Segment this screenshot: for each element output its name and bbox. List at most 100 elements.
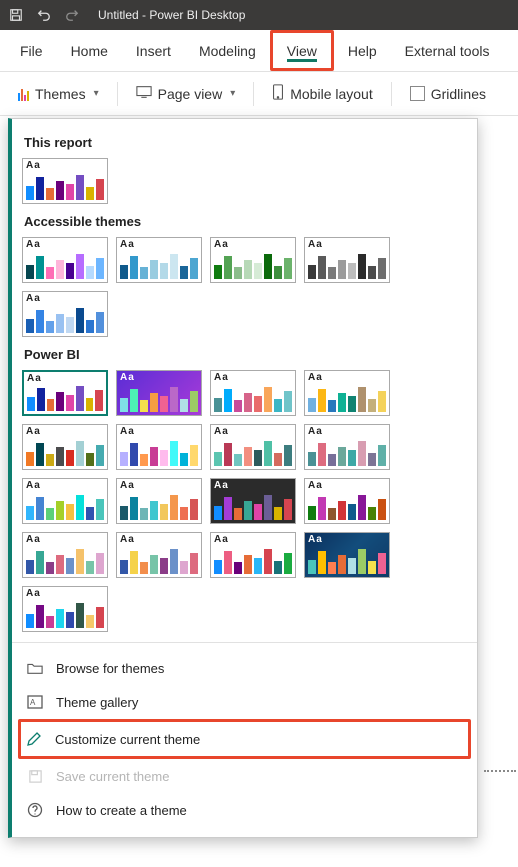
gridlines-toggle[interactable]: Gridlines	[402, 82, 494, 106]
theme-swatch[interactable]: Aa	[304, 478, 390, 524]
swatch-aa: Aa	[27, 374, 103, 384]
menu-view[interactable]: View	[270, 30, 334, 71]
swatch-bars	[120, 548, 198, 574]
swatch-bars	[308, 386, 386, 412]
menu-external-tools[interactable]: External tools	[391, 30, 504, 71]
save-theme-item: Save current theme	[22, 759, 467, 793]
swatch-bars	[308, 440, 386, 466]
menu-file[interactable]: File	[6, 30, 57, 71]
mobile-icon	[272, 84, 284, 103]
swatch-aa: Aa	[26, 240, 104, 250]
theme-gallery-item[interactable]: A Theme gallery	[22, 685, 467, 719]
themes-label: Themes	[35, 86, 86, 102]
theme-swatch[interactable]: Aa	[304, 237, 390, 283]
customize-theme-item[interactable]: Customize current theme	[18, 719, 471, 759]
theme-swatch[interactable]: Aa	[304, 370, 390, 416]
theme-swatch[interactable]: Aa	[210, 532, 296, 578]
theme-swatch[interactable]: Aa	[22, 158, 108, 204]
theme-swatch[interactable]: Aa	[116, 237, 202, 283]
customize-icon	[25, 730, 43, 748]
svg-text:A: A	[30, 698, 36, 707]
undo-icon[interactable]	[36, 7, 52, 23]
swatch-bars	[120, 494, 198, 520]
view-toolbar: Themes ▾ Page view ▾ Mobile layout Gridl…	[0, 72, 518, 116]
theme-swatch[interactable]: Aa	[116, 424, 202, 470]
swatch-bars	[26, 253, 104, 279]
theme-swatch[interactable]: Aa	[22, 424, 108, 470]
menu-insert[interactable]: Insert	[122, 30, 185, 71]
swatch-aa: Aa	[308, 373, 386, 383]
swatch-bars	[214, 440, 292, 466]
swatch-aa: Aa	[214, 535, 292, 545]
how-to-theme-label: How to create a theme	[56, 803, 187, 818]
separator	[391, 82, 392, 106]
theme-swatch[interactable]: Aa	[22, 532, 108, 578]
theme-swatch[interactable]: Aa	[22, 478, 108, 524]
swatch-bars	[214, 253, 292, 279]
swatch-bars	[214, 494, 292, 520]
theme-swatch[interactable]: Aa	[304, 424, 390, 470]
menu-help[interactable]: Help	[334, 30, 391, 71]
menu-bar: FileHomeInsertModelingViewHelpExternal t…	[0, 30, 518, 72]
swatch-bars	[120, 440, 198, 466]
swatch-aa: Aa	[26, 427, 104, 437]
theme-swatch[interactable]: Aa	[22, 370, 108, 416]
swatch-aa: Aa	[26, 294, 104, 304]
save-icon	[26, 767, 44, 785]
window-title: Untitled - Power BI Desktop	[98, 8, 245, 22]
theme-swatch[interactable]: Aa	[22, 586, 108, 632]
swatch-bars	[27, 385, 103, 411]
theme-swatch[interactable]: Aa	[210, 478, 296, 524]
themes-dropdown[interactable]: Themes ▾	[10, 82, 107, 106]
swatch-aa: Aa	[26, 161, 104, 171]
swatch-aa: Aa	[120, 427, 198, 437]
theme-swatch[interactable]: Aa	[22, 291, 108, 337]
section-accessible: Accessible themes	[24, 214, 467, 229]
folder-icon	[26, 659, 44, 677]
save-theme-label: Save current theme	[56, 769, 169, 784]
theme-swatch[interactable]: Aa	[304, 532, 390, 578]
redo-icon[interactable]	[64, 7, 80, 23]
theme-swatch[interactable]: Aa	[22, 237, 108, 283]
theme-gallery-label: Theme gallery	[56, 695, 138, 710]
menu-home[interactable]: Home	[57, 30, 122, 71]
browse-themes-item[interactable]: Browse for themes	[22, 651, 467, 685]
swatch-aa: Aa	[214, 427, 292, 437]
swatch-bars	[120, 253, 198, 279]
chevron-down-icon: ▾	[230, 88, 235, 99]
swatch-bars	[26, 548, 104, 574]
swatch-aa: Aa	[214, 373, 292, 383]
theme-swatch[interactable]: Aa	[116, 370, 202, 416]
theme-swatch[interactable]: Aa	[210, 370, 296, 416]
theme-swatch[interactable]: Aa	[116, 478, 202, 524]
swatch-aa: Aa	[308, 427, 386, 437]
swatch-aa: Aa	[214, 240, 292, 250]
swatch-bars	[26, 440, 104, 466]
themes-panel: This report Aa Accessible themes AaAaAaA…	[8, 118, 478, 838]
swatch-bars	[214, 386, 292, 412]
swatch-aa: Aa	[120, 240, 198, 250]
swatch-aa: Aa	[308, 535, 386, 545]
separator	[117, 82, 118, 106]
swatch-bars	[308, 548, 386, 574]
mobile-layout-button[interactable]: Mobile layout	[264, 80, 381, 107]
page-view-icon	[136, 85, 152, 102]
swatch-bars	[26, 307, 104, 333]
swatch-aa: Aa	[120, 535, 198, 545]
theme-swatch[interactable]: Aa	[116, 532, 202, 578]
swatch-bars	[26, 602, 104, 628]
themes-icon	[18, 87, 29, 101]
swatch-aa: Aa	[120, 481, 198, 491]
help-icon	[26, 801, 44, 819]
page-view-label: Page view	[158, 86, 223, 102]
how-to-theme-item[interactable]: How to create a theme	[22, 793, 467, 827]
swatch-aa: Aa	[120, 373, 198, 383]
theme-swatch[interactable]: Aa	[210, 237, 296, 283]
swatch-bars	[26, 174, 104, 200]
save-icon[interactable]	[8, 7, 24, 23]
menu-modeling[interactable]: Modeling	[185, 30, 270, 71]
theme-swatch[interactable]: Aa	[210, 424, 296, 470]
page-view-dropdown[interactable]: Page view ▾	[128, 81, 244, 106]
gridlines-label: Gridlines	[431, 86, 486, 102]
swatch-bars	[308, 253, 386, 279]
